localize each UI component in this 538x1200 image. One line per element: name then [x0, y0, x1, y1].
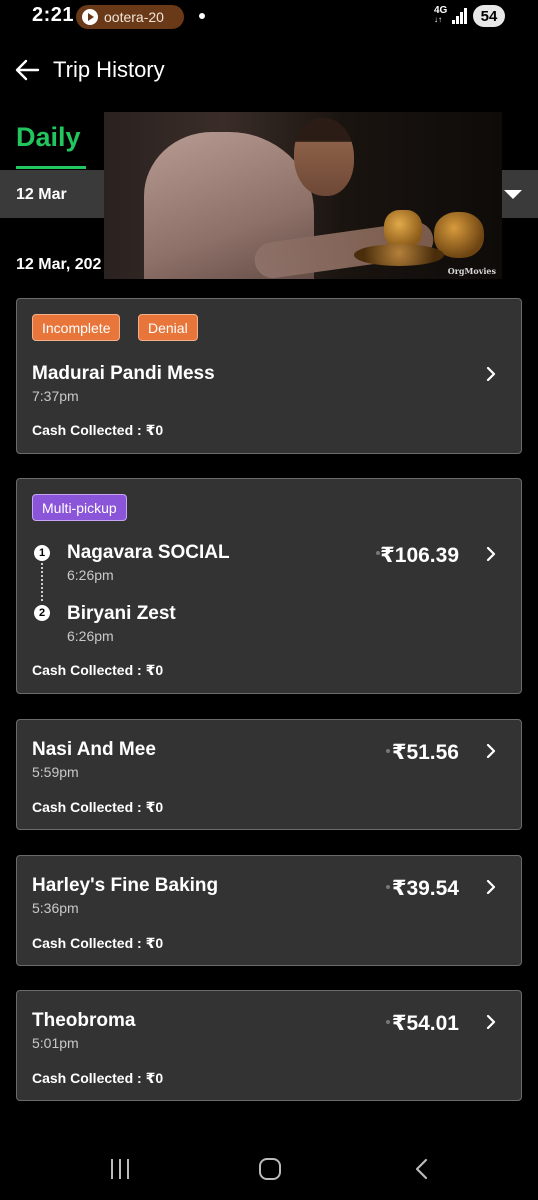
cash-collected: Cash Collected : ₹0: [32, 935, 164, 951]
cash-collected: Cash Collected : ₹0: [32, 422, 164, 438]
status-badge-multi-pickup: Multi-pickup: [32, 494, 127, 521]
restaurant-name: Madurai Pandi Mess: [32, 363, 215, 384]
restaurant-name: Nasi And Mee: [32, 739, 156, 760]
play-icon: [82, 9, 98, 25]
chevron-right-icon: [486, 880, 496, 894]
stop-number-2: 2: [34, 605, 50, 621]
picture-in-picture-video[interactable]: OrgMovies: [104, 112, 502, 279]
trip-card[interactable]: Nasi And Mee 5:59pm ₹51.56 Cash Collecte…: [16, 719, 522, 830]
trip-card[interactable]: Incomplete Denial Madurai Pandi Mess 7:3…: [16, 298, 522, 454]
trip-earnings: ₹39.54: [391, 877, 459, 900]
amount-marker: [386, 1020, 390, 1024]
pickup-stop-name: Biryani Zest: [67, 603, 176, 624]
pickup-stop-name: Nagavara SOCIAL: [67, 542, 230, 563]
nav-back-icon[interactable]: [413, 1158, 429, 1180]
app-header: Trip History: [0, 50, 538, 92]
trip-card[interactable]: Theobroma 5:01pm ₹54.01 Cash Collected :…: [16, 990, 522, 1101]
trip-time: 5:01pm: [32, 1035, 79, 1051]
trip-earnings: ₹51.56: [391, 741, 459, 764]
trip-time: 5:36pm: [32, 900, 79, 916]
caret-down-icon: [504, 190, 522, 199]
status-badge-incomplete: Incomplete: [32, 314, 121, 341]
amount-marker: [386, 885, 390, 889]
battery-indicator: 54: [473, 5, 505, 27]
signal-icon: [452, 8, 468, 24]
chevron-right-icon: [486, 744, 496, 758]
date-group-heading: 12 Mar, 202: [16, 256, 102, 273]
restaurant-name: Harley's Fine Baking: [32, 875, 219, 896]
trip-time: 5:59pm: [32, 764, 79, 780]
pickup-stop-time: 6:26pm: [67, 628, 114, 644]
back-arrow-icon[interactable]: [14, 58, 40, 82]
video-brass-bowl: [354, 244, 444, 266]
chevron-right-icon: [486, 547, 496, 561]
status-time: 2:21: [32, 4, 75, 26]
stop-number-1: 1: [34, 545, 50, 561]
video-figure-head: [294, 118, 354, 196]
status-badge-denial: Denial: [138, 314, 198, 341]
amount-marker: [386, 749, 390, 753]
trip-earnings: ₹106.39: [380, 544, 459, 567]
recent-apps-icon[interactable]: [110, 1159, 132, 1179]
date-dropdown-value: 12 Mar: [16, 186, 67, 203]
notification-dot: [199, 13, 205, 19]
video-watermark: OrgMovies: [447, 266, 496, 276]
pickup-stop-time: 6:26pm: [67, 567, 114, 583]
home-icon[interactable]: [259, 1158, 281, 1180]
system-nav-bar: [0, 1140, 538, 1200]
status-bar: 2:21 ootera-20 4G ↓↑ 54: [0, 0, 538, 34]
restaurant-name: Theobroma: [32, 1010, 136, 1031]
trip-card[interactable]: Multi-pickup 1 2 Nagavara SOCIAL 6:26pm …: [16, 478, 522, 694]
page-title: Trip History: [53, 57, 165, 82]
chevron-right-icon: [486, 367, 496, 381]
cash-collected: Cash Collected : ₹0: [32, 1070, 164, 1086]
network-indicator: 4G ↓↑: [434, 5, 448, 25]
media-text: ootera-20: [104, 9, 164, 25]
cash-collected: Cash Collected : ₹0: [32, 662, 164, 678]
chevron-right-icon: [486, 1015, 496, 1029]
cash-collected: Cash Collected : ₹0: [32, 799, 164, 815]
trip-time: 7:37pm: [32, 388, 79, 404]
media-notification-pill[interactable]: ootera-20: [76, 5, 184, 29]
stop-connector: [41, 563, 43, 601]
trip-earnings: ₹54.01: [391, 1012, 459, 1035]
trip-card[interactable]: Harley's Fine Baking 5:36pm ₹39.54 Cash …: [16, 855, 522, 966]
tab-daily[interactable]: Daily: [16, 122, 81, 153]
tab-active-indicator: [16, 166, 86, 169]
